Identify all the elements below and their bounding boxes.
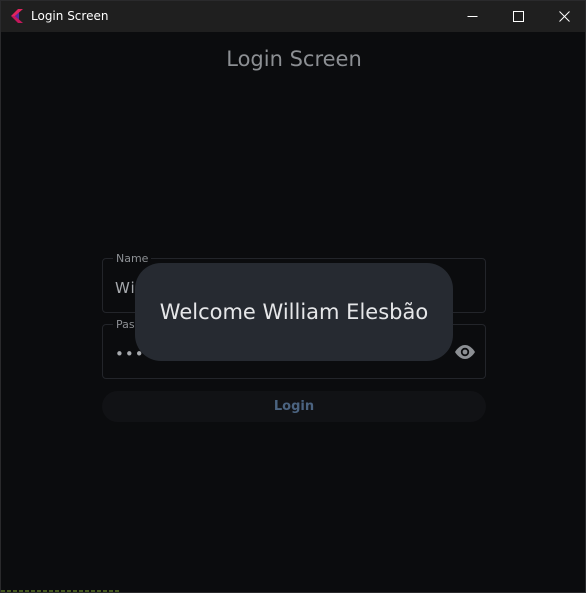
toast-message: Welcome William Elesbão <box>159 300 429 324</box>
welcome-toast: Welcome William Elesbão <box>135 263 453 361</box>
minimize-icon <box>467 16 477 17</box>
close-button[interactable] <box>541 1 585 32</box>
maximize-icon <box>512 11 524 22</box>
minimize-button[interactable] <box>449 1 495 32</box>
window-title: Login Screen <box>31 9 109 23</box>
debug-strip <box>1 590 121 592</box>
app-window: Login Screen Login Screen Name Wi Pass •… <box>0 0 586 593</box>
name-field-label: Name <box>113 252 152 265</box>
login-button[interactable]: Login <box>102 391 486 422</box>
name-field-value: Wi <box>115 279 136 297</box>
maximize-button[interactable] <box>495 1 541 32</box>
close-icon <box>558 11 570 22</box>
flutter-app-icon <box>11 9 23 23</box>
title-bar[interactable]: Login Screen <box>1 1 585 32</box>
page-title: Login Screen <box>226 47 362 71</box>
eye-icon[interactable] <box>453 343 477 361</box>
